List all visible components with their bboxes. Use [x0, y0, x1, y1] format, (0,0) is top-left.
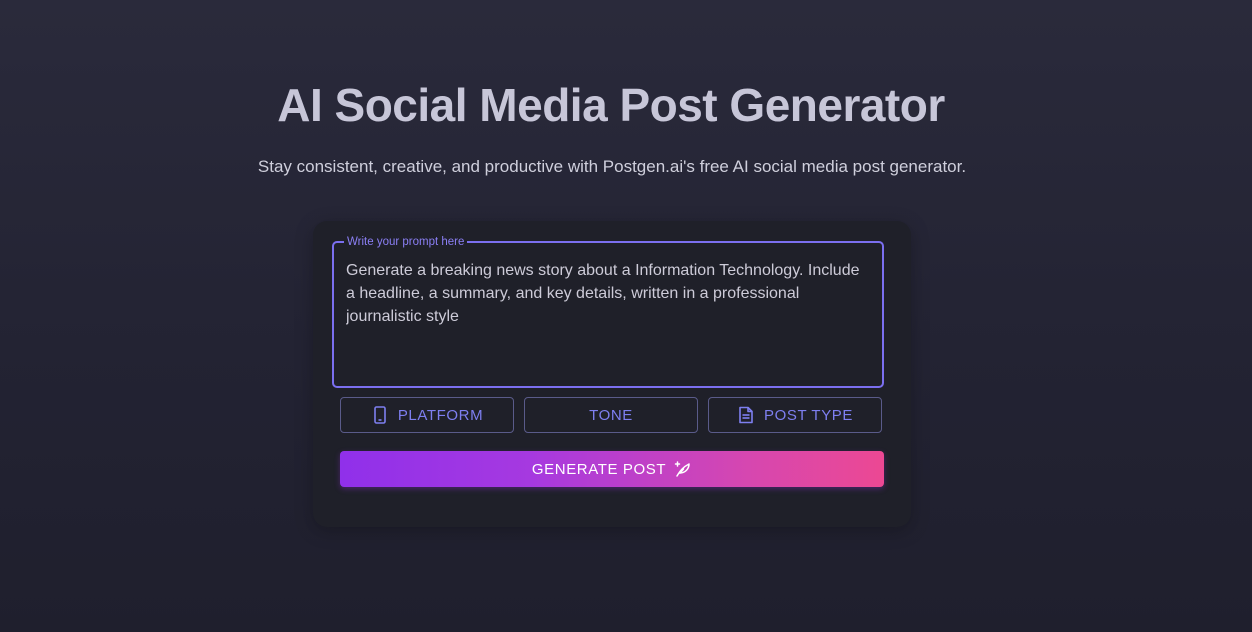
- quill-sparkle-icon: [674, 460, 692, 478]
- page-title: AI Social Media Post Generator: [277, 79, 945, 131]
- prompt-label: Write your prompt here: [344, 234, 468, 250]
- generator-card: Write your prompt here Generate a breaki…: [313, 221, 911, 527]
- generate-post-button[interactable]: GENERATE POST: [340, 451, 884, 487]
- tone-label: TONE: [589, 406, 633, 424]
- tone-button[interactable]: TONE: [524, 397, 698, 433]
- prompt-input[interactable]: Generate a breaking news story about a I…: [346, 259, 870, 374]
- post-type-label: POST TYPE: [763, 406, 854, 424]
- post-type-button[interactable]: POST TYPE: [708, 397, 882, 433]
- page-subtitle: Stay consistent, creative, and productiv…: [257, 157, 967, 176]
- document-icon: [737, 406, 755, 424]
- prompt-field[interactable]: Write your prompt here Generate a breaki…: [332, 234, 884, 388]
- platform-label: PLATFORM: [397, 406, 484, 424]
- platform-button[interactable]: PLATFORM: [340, 397, 514, 433]
- smartphone-icon: [371, 406, 389, 424]
- generate-post-label: GENERATE POST: [531, 460, 667, 478]
